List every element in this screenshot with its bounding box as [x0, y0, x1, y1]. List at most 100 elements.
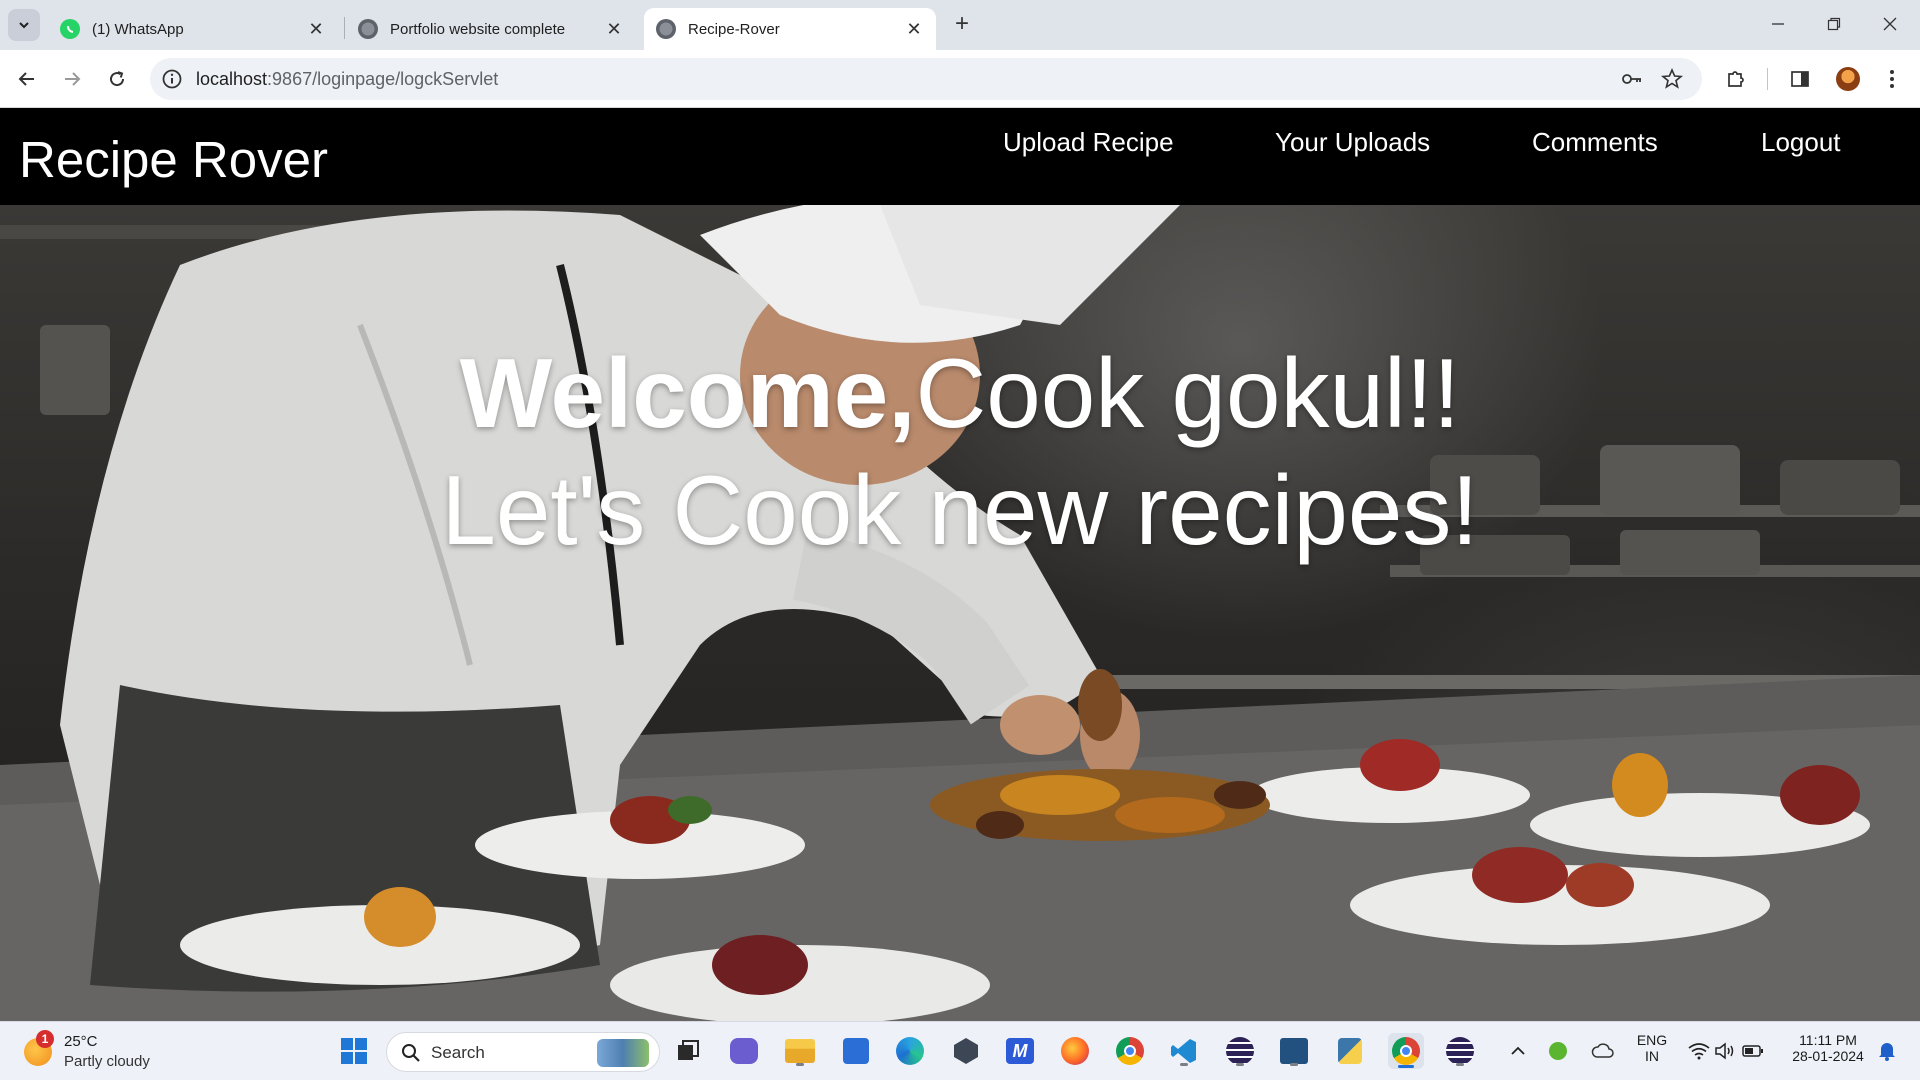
chevron-down-icon — [19, 22, 29, 29]
app-button-m[interactable]: M — [1002, 1033, 1038, 1069]
running-indicator — [796, 1063, 804, 1066]
globe-icon — [358, 19, 378, 39]
tab-title: Portfolio website complete — [390, 20, 566, 38]
url-text[interactable]: localhost:9867/loginpage/logckServlet — [196, 69, 498, 90]
onedrive-button[interactable] — [1588, 1033, 1618, 1069]
nav-logout[interactable]: Logout — [1761, 127, 1841, 158]
address-bar[interactable]: localhost:9867/loginpage/logckServlet — [150, 58, 1702, 100]
chat-icon — [730, 1038, 758, 1064]
m-app-icon: M — [1006, 1038, 1034, 1064]
minimize-button[interactable] — [1750, 8, 1806, 40]
star-icon[interactable] — [1660, 67, 1684, 91]
firefox-button[interactable] — [1057, 1033, 1093, 1069]
reload-icon — [110, 71, 125, 87]
task-view-button[interactable] — [670, 1033, 706, 1069]
toolbar-divider — [1767, 68, 1768, 90]
battery-button[interactable] — [1738, 1033, 1768, 1069]
app-button-hex[interactable] — [948, 1033, 984, 1069]
bell-icon — [1879, 1043, 1895, 1061]
chrome-icon — [1392, 1037, 1420, 1065]
weather-temp: 25°C — [64, 1033, 98, 1050]
eclipse-icon — [1446, 1037, 1474, 1065]
app-button-python[interactable] — [1332, 1033, 1368, 1069]
close-tab-icon[interactable]: ✕ — [604, 19, 624, 39]
welcome-user: Cook gokul!! — [915, 338, 1461, 448]
tray-app-button[interactable] — [1546, 1033, 1570, 1069]
welcome-heading: Welcome,Cook gokul!! Let's Cook new reci… — [0, 335, 1920, 569]
nav-your-uploads[interactable]: Your Uploads — [1275, 127, 1430, 158]
profile-button[interactable] — [1834, 65, 1862, 93]
teams-chat-button[interactable] — [726, 1033, 762, 1069]
tab-separator — [344, 17, 345, 39]
close-tab-icon[interactable]: ✕ — [306, 19, 326, 39]
extensions-button[interactable] — [1722, 65, 1750, 93]
file-explorer-button[interactable] — [782, 1033, 818, 1069]
site-info-icon[interactable] — [160, 67, 184, 91]
tab-recipe-rover[interactable]: Recipe-Rover ✕ — [644, 8, 936, 50]
chrome-button[interactable] — [1112, 1033, 1148, 1069]
battery-icon — [1742, 1045, 1763, 1057]
start-button[interactable] — [336, 1033, 372, 1069]
taskbar-search[interactable]: Search — [386, 1032, 660, 1072]
key-icon[interactable] — [1620, 67, 1644, 91]
nav-comments[interactable]: Comments — [1532, 127, 1658, 158]
volume-button[interactable] — [1710, 1033, 1740, 1069]
chevron-up-icon — [1511, 1046, 1525, 1055]
eclipse-button[interactable] — [1222, 1033, 1258, 1069]
cloud-icon — [1591, 1043, 1614, 1058]
eclipse-button-2[interactable] — [1442, 1033, 1478, 1069]
hero-section: Welcome,Cook gokul!! Let's Cook new reci… — [0, 205, 1920, 1021]
back-button[interactable] — [10, 62, 44, 96]
running-indicator — [1180, 1063, 1188, 1066]
close-tab-icon[interactable]: ✕ — [904, 19, 924, 39]
reload-button[interactable] — [100, 62, 134, 96]
vscode-button[interactable] — [1166, 1033, 1202, 1069]
close-window-button[interactable] — [1862, 8, 1918, 40]
language-code: ENG — [1636, 1032, 1668, 1048]
weather-widget[interactable]: 1 25°C Partly cloudy — [22, 1028, 192, 1074]
app-button-blue[interactable] — [1276, 1033, 1312, 1069]
tab-whatsapp[interactable]: (1) WhatsApp ✕ — [48, 8, 338, 50]
windows-logo-icon — [341, 1038, 367, 1064]
welcome-line: Welcome,Cook gokul!! — [0, 335, 1920, 452]
active-indicator — [1398, 1065, 1414, 1068]
page-viewport: Recipe Rover Upload Recipe Your Uploads … — [0, 109, 1920, 1021]
arrow-left-icon — [18, 72, 34, 86]
tray-app-icon — [1549, 1042, 1567, 1060]
tab-title: Recipe-Rover — [688, 20, 780, 38]
side-panel-icon — [1791, 71, 1809, 87]
side-panel-button[interactable] — [1786, 65, 1814, 93]
eclipse-icon — [1226, 1037, 1254, 1065]
store-icon — [843, 1038, 869, 1064]
edge-button[interactable] — [892, 1033, 928, 1069]
folder-icon — [785, 1039, 815, 1063]
welcome-word: Welcome, — [459, 338, 916, 448]
new-tab-button[interactable]: + — [948, 11, 976, 39]
tab-portfolio[interactable]: Portfolio website complete ✕ — [346, 8, 636, 50]
language-indicator[interactable]: ENG IN — [1630, 1032, 1674, 1064]
welcome-subline: Let's Cook new recipes! — [441, 455, 1479, 565]
blue-app-icon — [1280, 1038, 1308, 1064]
clock-time: 11:11 PM — [1799, 1032, 1857, 1048]
arrow-right-icon — [65, 72, 81, 86]
forward-button[interactable] — [55, 62, 89, 96]
restore-button[interactable] — [1806, 8, 1862, 40]
show-hidden-icons-button[interactable] — [1506, 1033, 1530, 1069]
site-brand[interactable]: Recipe Rover — [19, 130, 328, 189]
python-icon — [1338, 1038, 1362, 1064]
puzzle-icon — [1728, 71, 1744, 87]
notifications-button[interactable] — [1872, 1033, 1902, 1069]
running-indicator — [1236, 1063, 1244, 1066]
search-highlight-icon — [597, 1039, 649, 1067]
running-indicator — [1456, 1063, 1464, 1066]
store-button[interactable] — [838, 1033, 874, 1069]
clock-date: 28-01-2024 — [1792, 1048, 1864, 1064]
avatar — [1836, 67, 1860, 91]
tab-search-button[interactable] — [8, 9, 40, 41]
chrome-active-button[interactable] — [1388, 1033, 1424, 1069]
nav-upload-recipe[interactable]: Upload Recipe — [1003, 127, 1174, 158]
clock[interactable]: 11:11 PM 28-01-2024 — [1780, 1032, 1876, 1064]
tab-title: (1) WhatsApp — [92, 20, 184, 38]
menu-button[interactable] — [1878, 65, 1906, 93]
running-indicator — [1290, 1063, 1298, 1066]
